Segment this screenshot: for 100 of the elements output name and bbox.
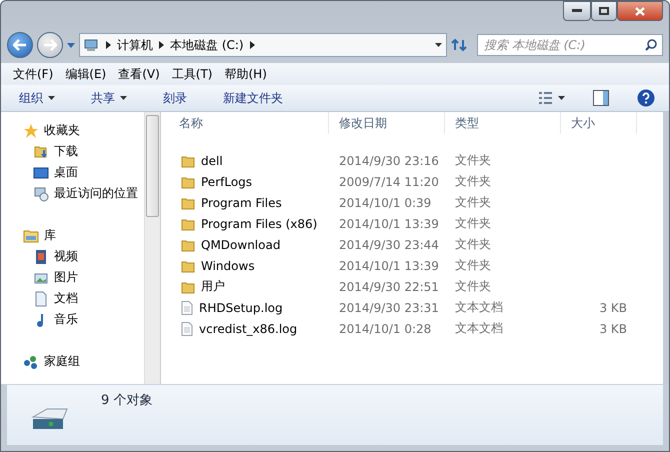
column-header[interactable]: 大小	[561, 112, 637, 134]
sidebar-item[interactable]: 收藏夹	[23, 120, 144, 141]
table-cell-text: 文件夹	[454, 236, 492, 253]
minimize-icon	[572, 9, 582, 13]
document-icon	[33, 290, 49, 306]
network-spheres-icon	[23, 354, 39, 370]
table-cell-text: 2014/10/1 0:39	[338, 196, 432, 210]
sidebar-item[interactable]: 最近访问的位置	[33, 183, 144, 204]
scrollbar-thumb[interactable]	[146, 115, 159, 217]
folder-icon	[181, 238, 195, 252]
folder-icon	[181, 154, 195, 168]
menu-item[interactable]: 工具(T)	[168, 66, 216, 82]
breadcrumb[interactable]: 本地磁盘 (C:)	[170, 36, 244, 54]
toolbar-button[interactable]: 刻录	[159, 88, 191, 108]
menu-item[interactable]: 编辑(E)	[61, 66, 110, 82]
document-icon	[181, 322, 193, 336]
sidebar-label: 家庭组	[44, 353, 80, 370]
file-name[interactable]: Windows	[201, 258, 255, 272]
sidebar-label: 图片	[54, 269, 78, 286]
column-header[interactable]: 类型	[445, 112, 561, 134]
help-icon[interactable]	[637, 89, 655, 107]
preview-pane-icon[interactable]	[593, 90, 609, 106]
sidebar-item[interactable]: 音乐	[33, 309, 144, 330]
toolbar-button[interactable]: 新建文件夹	[219, 88, 287, 108]
table-cell-text: 2014/9/30 23:44	[338, 238, 440, 252]
folder-icon	[181, 216, 195, 230]
chevron-icon	[250, 41, 255, 49]
search-field[interactable]: 搜索 本地磁盘 (C:)	[477, 34, 663, 56]
table-cell-text: 3 KB	[598, 322, 628, 336]
folder-icon	[181, 174, 195, 188]
table-cell-text: 文件夹	[454, 257, 492, 274]
caret-icon[interactable]	[67, 42, 75, 48]
table-cell-text: 文本文档	[454, 320, 504, 337]
forward-button[interactable]	[37, 32, 63, 58]
file-name[interactable]: 用户	[201, 278, 225, 295]
maximize-icon	[599, 7, 609, 15]
sidebar-label: 下载	[54, 143, 78, 160]
file-name[interactable]: QMDownload	[201, 238, 280, 252]
file-name[interactable]: vcredist_x86.log	[199, 322, 298, 336]
search-icon	[645, 39, 657, 51]
table-cell-text: 文本文档	[454, 299, 504, 316]
toolbar-button[interactable]: 共享	[87, 88, 131, 108]
file-name[interactable]: dell	[201, 154, 223, 168]
sidebar-label: 最近访问的位置	[54, 185, 138, 202]
sidebar-label: 文档	[54, 290, 78, 307]
menu-item[interactable]: 文件(F)	[9, 66, 58, 82]
library-folder-icon	[23, 228, 39, 244]
column-header[interactable]: 名称	[169, 112, 329, 134]
sidebar-item[interactable]: 桌面	[33, 162, 144, 183]
refresh-icon[interactable]	[451, 37, 467, 53]
table-cell-text: 文件夹	[454, 194, 492, 211]
sidebar-item[interactable]: 库	[23, 225, 144, 246]
table-cell-text: 2014/10/1 13:39	[338, 258, 440, 272]
table-cell-text: 2009/7/14 11:20	[338, 174, 440, 188]
table-cell-text: 2014/10/1 13:39	[338, 216, 440, 230]
column-header[interactable]: 修改日期	[329, 112, 445, 134]
menu-item[interactable]: 查看(V)	[114, 66, 164, 82]
table-cell-text: 文件夹	[454, 278, 492, 295]
toolbar-button[interactable]: 组织	[15, 88, 59, 108]
close-button[interactable]	[617, 1, 663, 21]
sidebar-label: 音乐	[54, 311, 78, 328]
chevron-icon	[159, 41, 164, 49]
table-cell-text: 2014/9/30 23:31	[338, 300, 440, 314]
file-name[interactable]: Program Files	[201, 196, 282, 210]
file-name[interactable]: Program Files (x86)	[201, 216, 318, 230]
table-cell-text: 文件夹	[454, 215, 492, 232]
folder-icon	[181, 280, 195, 294]
sidebar-item[interactable]: 下载	[33, 141, 144, 162]
sidebar-item[interactable]: 家庭组	[23, 351, 144, 372]
breadcrumb[interactable]: 计算机	[117, 36, 153, 54]
table-cell-text: 文件夹	[454, 173, 492, 190]
sidebar-item[interactable]: 图片	[33, 267, 144, 288]
sidebar-item[interactable]: 视频	[33, 246, 144, 267]
star-icon	[23, 122, 39, 138]
maximize-button[interactable]	[591, 1, 617, 21]
arrow-left-icon	[13, 39, 27, 51]
menu-item[interactable]: 帮助(H)	[220, 66, 271, 82]
sidebar-item[interactable]: 文档	[33, 288, 144, 309]
file-name[interactable]: PerfLogs	[201, 174, 252, 188]
scrollbar[interactable]	[144, 112, 161, 384]
arrow-right-icon	[43, 39, 57, 51]
film-icon	[33, 248, 49, 264]
table-cell-text: 文件夹	[454, 152, 492, 169]
folder-icon	[181, 258, 195, 272]
minimize-button[interactable]	[563, 1, 591, 21]
address-bar[interactable]: 计算机 本地磁盘 (C:)	[79, 33, 447, 57]
sidebar-label: 库	[44, 227, 56, 244]
computer-icon	[84, 38, 100, 52]
sidebar-label: 收藏夹	[44, 122, 80, 139]
back-button[interactable]	[7, 32, 33, 58]
table-cell-text: 2014/10/1 0:28	[338, 322, 432, 336]
table-cell-text: 3 KB	[598, 300, 628, 314]
document-icon	[181, 300, 193, 314]
close-icon	[635, 6, 645, 16]
file-name[interactable]: RHDSetup.log	[199, 300, 283, 314]
chevron-icon	[106, 41, 111, 49]
table-cell-text: 2014/9/30 23:16	[338, 154, 440, 168]
caret-icon	[435, 43, 442, 47]
folder-arrow-icon	[33, 144, 49, 160]
view-list-icon[interactable]	[539, 92, 565, 104]
